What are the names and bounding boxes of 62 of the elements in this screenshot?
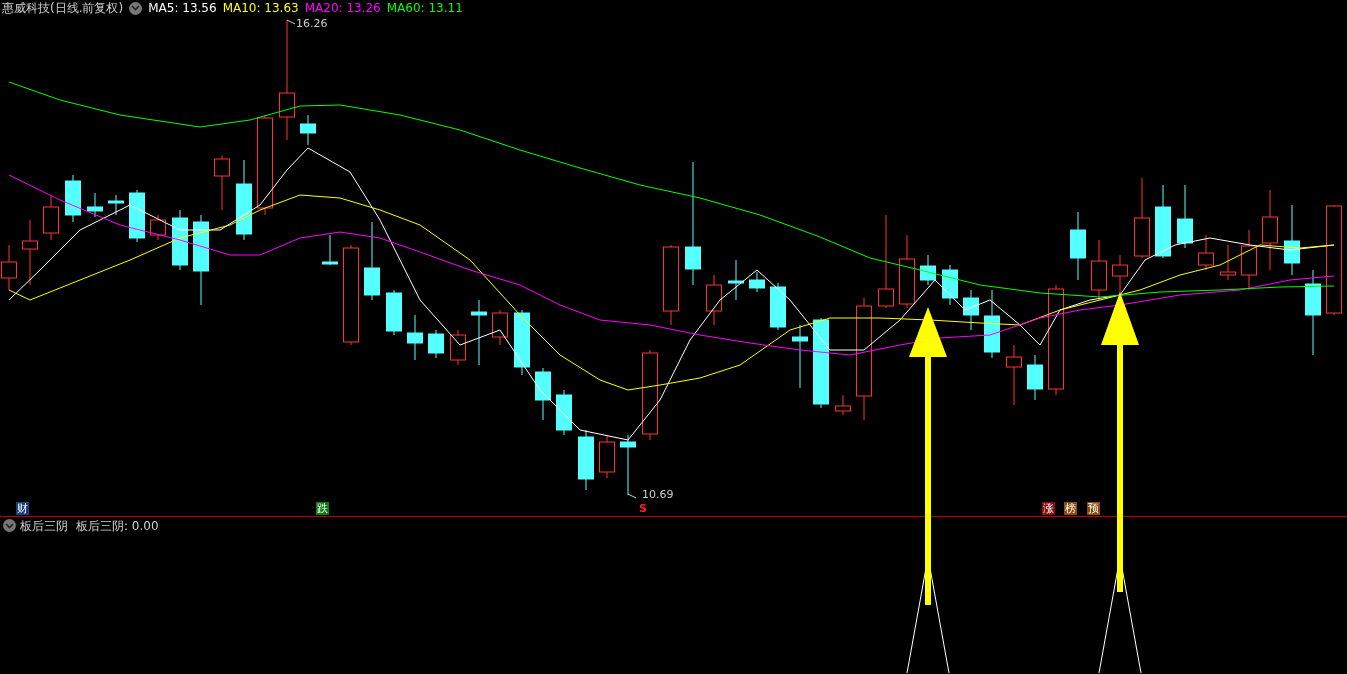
signal-tag: 涨 — [1042, 502, 1055, 515]
candlestick — [129, 189, 145, 243]
signal-tag: 财 — [16, 502, 29, 515]
candlestick — [620, 434, 636, 496]
candlestick — [22, 219, 38, 286]
candlestick — [599, 434, 615, 479]
candlestick — [65, 174, 81, 223]
signal-tag: 跌 — [316, 502, 329, 515]
moving-average-reading: MA60: 13.11 — [386, 2, 463, 14]
signal-tag: 预 — [1087, 502, 1100, 515]
candlestick — [1, 244, 17, 291]
candlestick — [386, 289, 402, 336]
candlestick — [1027, 354, 1043, 401]
candlestick — [942, 264, 958, 306]
candlestick — [1198, 234, 1214, 271]
signal-tag: 榜 — [1064, 502, 1077, 515]
candlestick — [535, 367, 551, 421]
candlestick — [450, 329, 466, 366]
candlestick — [749, 271, 765, 293]
candlestick — [300, 114, 316, 146]
candlestick — [706, 274, 722, 326]
candlestick — [214, 154, 230, 211]
candlestick — [556, 389, 572, 436]
candlestick — [87, 192, 103, 218]
candlestick — [1284, 204, 1300, 276]
indicator-name: 板后三阴 — [20, 519, 68, 532]
candlestick — [1220, 244, 1236, 281]
price-label: 16.26 — [296, 18, 328, 29]
candlestick — [514, 309, 530, 376]
candlestick — [1177, 184, 1193, 249]
moving-average-reading: MA20: 13.26 — [304, 2, 381, 14]
leader-line — [286, 19, 296, 25]
candlestick — [428, 329, 444, 359]
candlestick — [770, 282, 786, 331]
candlestick — [578, 429, 594, 491]
leader-line — [627, 493, 637, 499]
candlestick — [984, 289, 1000, 359]
moving-average-reading: MA10: 13.63 — [222, 2, 299, 14]
price-label: 10.69 — [642, 489, 674, 500]
candlestick — [43, 194, 59, 241]
candlestick — [1241, 229, 1257, 291]
dropdown-icon[interactable] — [129, 1, 143, 15]
chart-title: 惠威科技(日线.前复权) — [2, 2, 124, 14]
candlestick — [407, 314, 423, 361]
candlestick — [492, 309, 508, 346]
candlestick — [963, 289, 979, 331]
candlestick — [108, 194, 124, 216]
candlestick — [1091, 239, 1107, 301]
moving-average-reading: MA5: 13.56 — [148, 2, 217, 14]
candlestick — [920, 254, 936, 286]
candlestick — [792, 324, 808, 389]
candlestick — [728, 259, 744, 301]
indicator-reading: 板后三阴: 0.00 — [76, 519, 159, 532]
candlestick — [835, 394, 851, 416]
candlestick — [1070, 211, 1086, 281]
candlestick — [150, 214, 166, 241]
signal-letter: S — [639, 502, 647, 515]
candlestick — [1006, 344, 1022, 406]
candlestick — [471, 299, 487, 366]
candlestick — [322, 234, 338, 266]
dropdown-icon[interactable] — [3, 519, 16, 532]
candlestick — [172, 209, 188, 271]
